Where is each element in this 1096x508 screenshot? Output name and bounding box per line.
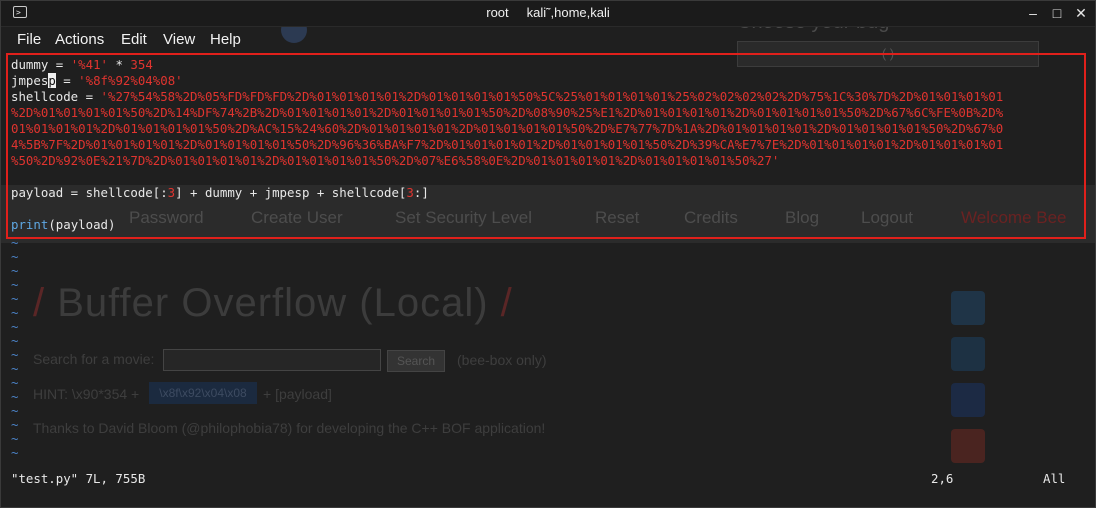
terminal-window: Choose your bug --- ( ) --- Password Cre… — [0, 0, 1096, 508]
empty-line-marker: ~ — [11, 263, 19, 278]
menu-file[interactable]: File — [17, 31, 41, 48]
empty-line-marker: ~ — [11, 333, 19, 348]
status-scroll: All — [1043, 471, 1066, 486]
empty-line-marker: ~ — [11, 249, 19, 264]
status-file-info: "test.py" 7L, 755B — [11, 471, 146, 486]
empty-line-marker: ~ — [11, 319, 19, 334]
menu-view[interactable]: View — [163, 31, 195, 48]
empty-line-marker: ~ — [11, 417, 19, 432]
empty-line-marker: ~ — [11, 403, 19, 418]
empty-line-marker: ~ — [11, 375, 19, 390]
title-bar: > root kali˜,home,kali – □ ✕ — [1, 1, 1095, 27]
window-title: root kali˜,home,kali — [486, 5, 610, 20]
empty-line-marker: ~ — [11, 445, 19, 460]
code-highlight-box — [6, 53, 1086, 239]
menu-edit[interactable]: Edit — [121, 31, 147, 48]
status-cursor-position: 2,6 — [931, 471, 954, 486]
menu-bar: File Actions Edit View Help — [1, 27, 1095, 51]
maximize-icon[interactable]: □ — [1049, 5, 1065, 21]
vim-status-line: "test.py" 7L, 755B 2,6 All — [1, 471, 1095, 489]
close-icon[interactable]: ✕ — [1073, 5, 1089, 21]
empty-line-marker: ~ — [11, 347, 19, 362]
empty-line-marker: ~ — [11, 277, 19, 292]
empty-line-marker: ~ — [11, 291, 19, 306]
empty-line-marker: ~ — [11, 305, 19, 320]
empty-line-marker: ~ — [11, 389, 19, 404]
menu-actions[interactable]: Actions — [55, 31, 104, 48]
empty-line-marker: ~ — [11, 431, 19, 446]
menu-help[interactable]: Help — [210, 31, 241, 48]
empty-line-marker: ~ — [11, 361, 19, 376]
minimize-icon[interactable]: – — [1025, 5, 1041, 21]
